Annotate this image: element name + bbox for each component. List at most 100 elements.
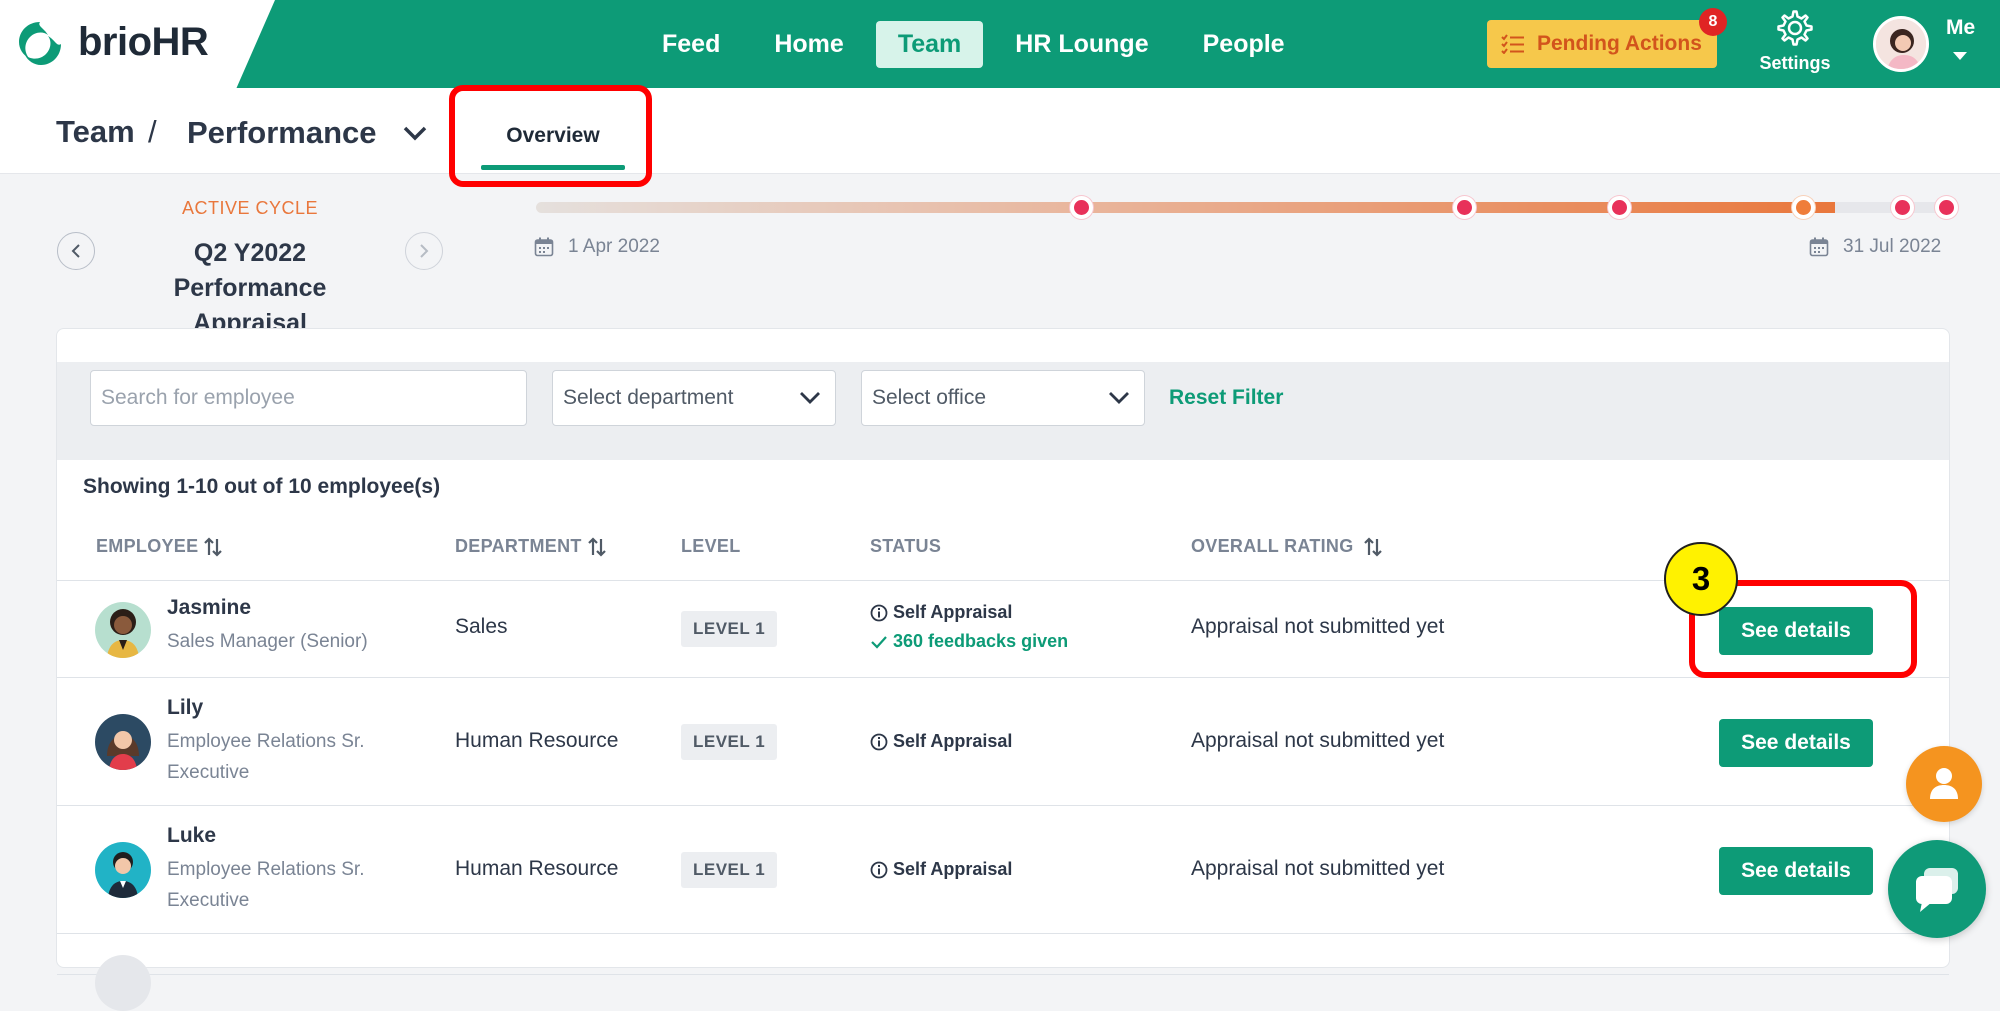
sort-icon [1363, 536, 1382, 557]
avatar-illustration [95, 714, 151, 770]
brand-wordmark: brioHR [78, 20, 209, 65]
pending-actions-label: Pending Actions [1537, 32, 1702, 55]
gear-icon [1777, 10, 1813, 46]
nav-item-people[interactable]: People [1181, 21, 1307, 68]
active-cycle-label: ACTIVE CYCLE [181, 198, 319, 218]
chevron-down-icon[interactable] [1953, 52, 1967, 60]
profile-avatar[interactable] [1873, 16, 1929, 72]
column-header-status-label: STATUS [870, 536, 942, 556]
column-header-department[interactable]: DEPARTMENT [455, 536, 606, 557]
chevron-left-icon [71, 244, 80, 258]
overall-rating: Appraisal not submitted yet [1191, 857, 1445, 880]
calendar-icon [1809, 237, 1829, 257]
status-extra-text: 360 feedbacks given [893, 631, 1069, 651]
chat-icon [1916, 868, 1958, 912]
timeline-milestone[interactable] [1070, 196, 1093, 219]
settings-label: Settings [1759, 53, 1831, 73]
avatar-illustration [95, 602, 151, 658]
level-badge: LEVEL 1 [681, 611, 778, 647]
brand-name-part1: brio [78, 20, 152, 64]
department-select-value: Select department [563, 386, 734, 409]
office-select[interactable]: Select office [861, 370, 1145, 426]
column-header-status: STATUS [870, 536, 941, 557]
sort-icon [587, 536, 606, 557]
checklist-icon [1501, 34, 1524, 54]
table-row: Lily Employee Relations Sr. Executive Hu… [57, 679, 1949, 806]
status-self-appraisal: Self Appraisal [870, 859, 1012, 880]
user-assistant-button[interactable] [1906, 746, 1982, 822]
column-header-employee[interactable]: EMPLOYEE [96, 536, 223, 557]
next-cycle-button[interactable] [405, 232, 443, 270]
cycle-title: Q2 Y2022 Performance Appraisal [173, 239, 327, 337]
column-header-overall-rating[interactable]: OVERALL RATING [1191, 536, 1382, 557]
employee-department: Human Resource [455, 857, 619, 880]
table-row: Jasmine Sales Manager (Senior) Sales LEV… [57, 582, 1949, 678]
avatar-photo [1876, 19, 1926, 69]
employee-title: Sales Manager (Senior) [167, 631, 368, 652]
cycle-timeline [536, 196, 1958, 219]
level-badge: LEVEL 1 [681, 852, 778, 888]
timeline-milestone[interactable] [1891, 196, 1914, 219]
filter-bar: Select department Select office Reset Fi… [57, 362, 1949, 460]
chevron-down-icon [800, 392, 820, 404]
breadcrumb-performance[interactable]: Performance [187, 115, 377, 151]
brand-name-part2: HR [151, 20, 209, 64]
pending-count-badge: 8 [1699, 8, 1727, 36]
breadcrumb-team[interactable]: Team [56, 114, 135, 150]
status-text: Self Appraisal [893, 859, 1013, 879]
status-text: Self Appraisal [893, 602, 1013, 622]
avatar-illustration [95, 842, 151, 898]
chevron-down-icon [1109, 392, 1129, 404]
avatar [95, 714, 151, 770]
employee-name[interactable]: Luke [167, 824, 216, 848]
overall-rating: Appraisal not submitted yet [1191, 615, 1445, 638]
see-details-button[interactable]: See details [1719, 719, 1873, 767]
nav-item-team[interactable]: Team [875, 21, 984, 68]
highlight-box-overview [449, 85, 652, 187]
timeline-milestone[interactable] [1453, 196, 1476, 219]
end-date-text: 31 Jul 2022 [1843, 236, 1942, 257]
nav-item-home[interactable]: Home [752, 21, 865, 68]
employee-name[interactable]: Lily [167, 696, 203, 720]
step-number-badge: 3 [1664, 542, 1738, 616]
reset-filter-link[interactable]: Reset Filter [1169, 386, 1283, 410]
timeline-end-date: 31 Jul 2022 [1809, 236, 1941, 258]
chevron-right-icon [420, 244, 429, 258]
settings-button[interactable]: Settings [1752, 10, 1838, 74]
employee-department: Sales [455, 615, 508, 638]
page-subheader: Team / Performance Overview [0, 88, 2000, 174]
timeline-milestone[interactable] [1608, 196, 1631, 219]
timeline-milestone[interactable] [1935, 196, 1958, 219]
results-summary: Showing 1-10 out of 10 employee(s) [83, 475, 441, 498]
nav-item-feed[interactable]: Feed [640, 21, 742, 68]
employee-table-card: Select department Select office Reset Fi… [56, 328, 1950, 1011]
chat-support-button[interactable] [1888, 840, 1986, 938]
employee-search-input[interactable] [90, 370, 527, 426]
sort-icon [204, 536, 223, 557]
main-nav: Feed Home Team HR Lounge People [640, 21, 1307, 68]
info-circle-icon [870, 604, 888, 621]
nav-item-hr-lounge[interactable]: HR Lounge [993, 21, 1170, 68]
see-details-button[interactable]: See details [1719, 847, 1873, 895]
status-feedback: 360 feedbacks given [870, 631, 1068, 652]
timeline-start-date: 1 Apr 2022 [534, 236, 660, 258]
column-header-department-label: DEPARTMENT [455, 536, 582, 556]
user-icon [1930, 768, 1958, 799]
check-icon [871, 635, 887, 649]
level-badge: LEVEL 1 [681, 724, 778, 760]
office-select-value: Select office [872, 386, 987, 409]
department-select[interactable]: Select department [552, 370, 836, 426]
status-self-appraisal: Self Appraisal [870, 602, 1012, 623]
status-text: Self Appraisal [893, 731, 1013, 751]
breadcrumb-separator: / [148, 114, 157, 149]
column-header-level-label: LEVEL [681, 536, 741, 556]
column-header-level: LEVEL [681, 536, 741, 557]
previous-cycle-button[interactable] [57, 232, 95, 270]
timeline-current-marker[interactable] [1792, 196, 1815, 219]
chevron-down-icon[interactable] [402, 124, 428, 142]
pending-actions-button[interactable]: Pending Actions 8 [1487, 8, 1727, 68]
status-self-appraisal: Self Appraisal [870, 731, 1012, 752]
employee-name[interactable]: Jasmine [167, 596, 251, 620]
calendar-icon [534, 237, 554, 257]
start-date-text: 1 Apr 2022 [568, 236, 660, 257]
